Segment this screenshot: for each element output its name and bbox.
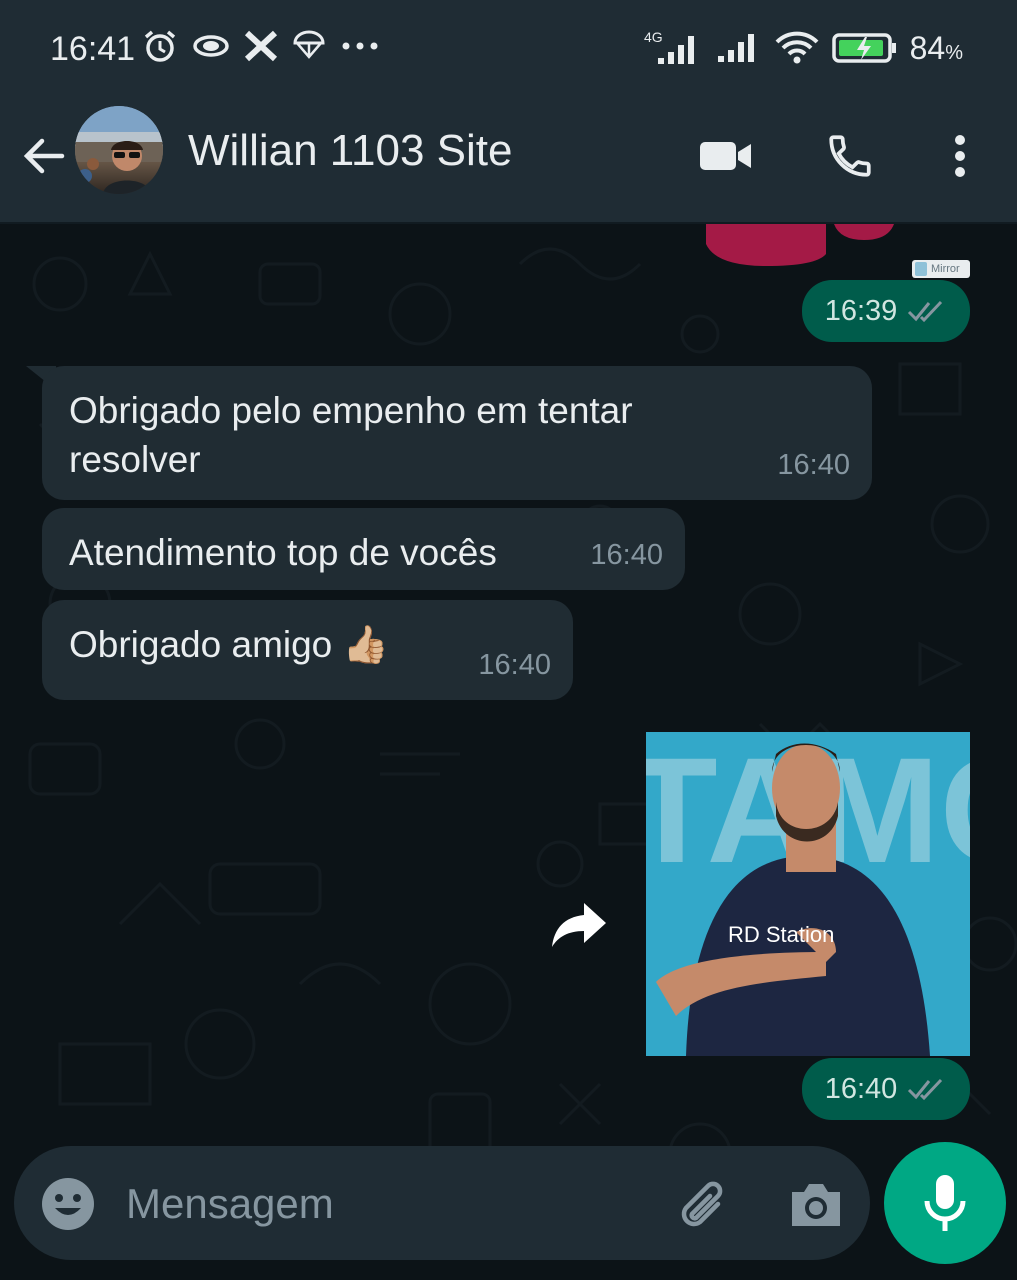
more-vert-icon xyxy=(955,135,965,177)
message-text-line: Obrigado pelo empenho em tentar xyxy=(69,390,633,431)
emoji-icon[interactable] xyxy=(40,1176,96,1232)
video-call-icon xyxy=(700,142,751,170)
video-call-button[interactable] xyxy=(698,128,754,184)
phone-icon xyxy=(829,135,871,177)
x-app-icon xyxy=(244,30,278,62)
status-bar: 16:41 4G 84% xyxy=(0,0,1017,100)
message-text-line: resolver xyxy=(69,439,201,480)
message-time: 16:39 xyxy=(824,294,898,327)
double-check-icon xyxy=(908,1078,943,1101)
message-time: 16:40 xyxy=(478,649,551,681)
wifi-icon xyxy=(775,31,819,64)
forward-icon[interactable] xyxy=(548,897,610,949)
status-time: 16:41 xyxy=(50,30,136,68)
incoming-message[interactable]: Obrigado amigo 👍🏼 16:40 xyxy=(42,600,573,700)
network-label: 4G xyxy=(644,29,663,45)
eye-icon xyxy=(193,35,229,57)
status-icons-right: 4G 84% xyxy=(644,28,963,68)
more-dots-icon xyxy=(342,42,378,50)
message-text: Atendimento top de vocês xyxy=(69,532,497,573)
alarm-icon xyxy=(144,30,176,62)
thumbs-up-emoji: 👍🏼 xyxy=(342,624,389,665)
sent-image[interactable]: TAMC RD Station xyxy=(646,732,970,1056)
message-composer: Mensagem xyxy=(14,1146,870,1260)
attach-icon[interactable] xyxy=(672,1174,734,1236)
image-time-pill: 16:40 xyxy=(802,1058,970,1120)
mic-icon xyxy=(924,1175,966,1231)
message-time: 16:40 xyxy=(777,449,850,481)
signal-icon-2 xyxy=(717,34,754,62)
more-options-button[interactable] xyxy=(932,128,988,184)
camera-icon[interactable] xyxy=(786,1176,846,1232)
mirror-tag: Mirror xyxy=(912,260,970,278)
battery-percent: 84% xyxy=(909,29,963,66)
avatar[interactable] xyxy=(75,106,163,194)
message-input[interactable]: Mensagem xyxy=(126,1180,334,1228)
chat-header: Willian 1103 Site xyxy=(0,100,1017,224)
message-text: Obrigado amigo 👍🏼 xyxy=(69,624,389,665)
signal-icon: 4G xyxy=(644,29,694,64)
back-arrow-icon[interactable] xyxy=(20,132,68,180)
incoming-message[interactable]: Obrigado pelo empenho em tentar resolver… xyxy=(42,366,872,500)
mic-button[interactable] xyxy=(884,1142,1006,1264)
message-time: 16:40 xyxy=(824,1072,898,1105)
contact-name[interactable]: Willian 1103 Site xyxy=(188,126,512,176)
parachute-icon xyxy=(293,30,325,59)
chat-area[interactable]: Mirror 16:39 Obrigado pelo empenho em te… xyxy=(0,224,1017,1280)
double-check-icon xyxy=(908,300,943,323)
status-icons-left xyxy=(142,28,380,64)
shirt-text: RD Station xyxy=(728,922,834,947)
incoming-message[interactable]: Atendimento top de vocês 16:40 xyxy=(42,508,685,590)
previous-image-bottom[interactable] xyxy=(706,224,896,266)
image-time-pill: 16:39 xyxy=(802,280,970,342)
battery-charging-icon xyxy=(831,33,896,63)
message-time: 16:40 xyxy=(590,539,663,571)
voice-call-button[interactable] xyxy=(822,128,878,184)
